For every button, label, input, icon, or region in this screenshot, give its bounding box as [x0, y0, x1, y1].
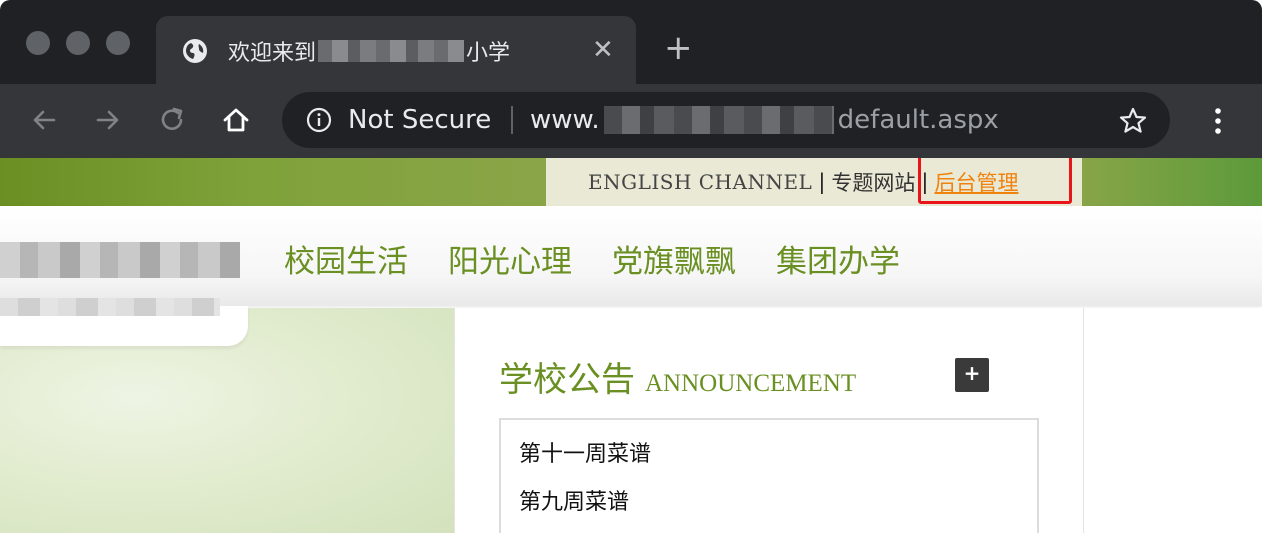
- forward-icon[interactable]: [92, 104, 124, 136]
- announcement-title-en: ANNOUNCEMENT: [645, 370, 857, 397]
- window-zoom-button[interactable]: [106, 31, 130, 55]
- link-separator: |: [818, 170, 826, 194]
- tab-close-button[interactable]: ✕: [592, 36, 614, 64]
- english-channel-link[interactable]: ENGLISH CHANNEL: [588, 170, 812, 194]
- redacted-school-name: [318, 40, 465, 62]
- redacted-domain: [603, 106, 834, 134]
- reload-icon[interactable]: [156, 104, 188, 136]
- url-prefix: www.: [530, 105, 600, 135]
- announcement-section: 学校公告 ANNOUNCEMENT + 第十一周菜谱 第九周菜谱: [454, 308, 1084, 533]
- nav-item-party-flag[interactable]: 党旗飘飘: [612, 236, 736, 281]
- list-item[interactable]: 第九周菜谱: [519, 484, 629, 516]
- more-announcements-button[interactable]: +: [955, 358, 989, 392]
- new-tab-button[interactable]: +: [664, 28, 693, 68]
- url-suffix: default.aspx: [837, 105, 999, 135]
- nav-item-group-schooling[interactable]: 集团办学: [776, 236, 900, 281]
- browser-tab-strip: 欢迎来到 小学 ✕ +: [0, 0, 1262, 84]
- url-text[interactable]: www. default.aspx: [530, 105, 999, 135]
- tab-title: 欢迎来到 小学: [228, 35, 510, 67]
- announcement-list: 第十一周菜谱 第九周菜谱: [499, 418, 1039, 533]
- window-close-button[interactable]: [26, 31, 50, 55]
- top-links: ENGLISH CHANNEL | 专题网站 | 后台管理: [546, 158, 1082, 206]
- home-icon[interactable]: [220, 104, 252, 136]
- nav-item-sunshine-psychology[interactable]: 阳光心理: [448, 236, 572, 281]
- info-icon[interactable]: [306, 107, 332, 133]
- window-minimize-button[interactable]: [66, 31, 90, 55]
- announcement-title-cn: 学校公告: [499, 360, 635, 400]
- tab-title-suffix: 小学: [466, 41, 511, 66]
- nav-items: 校园生活 阳光心理 党旗飘飘 集团办学: [284, 236, 900, 281]
- back-icon[interactable]: [28, 104, 60, 136]
- web-page: ENGLISH CHANNEL | 专题网站 | 后台管理 校园生活 阳光心理 …: [0, 158, 1262, 533]
- right-area: [1084, 308, 1262, 533]
- star-icon[interactable]: [1118, 106, 1148, 136]
- security-label[interactable]: Not Secure: [348, 105, 491, 135]
- address-separator: [511, 106, 513, 134]
- admin-link[interactable]: 后台管理: [934, 167, 1018, 197]
- browser-tab-active[interactable]: 欢迎来到 小学 ✕: [156, 16, 636, 84]
- redacted-logo: [0, 242, 240, 278]
- link-separator: |: [921, 170, 929, 194]
- nav-item-campus-life[interactable]: 校园生活: [284, 236, 408, 281]
- globe-icon: [183, 39, 207, 63]
- topic-sites-link[interactable]: 专题网站: [831, 167, 915, 197]
- tab-title-prefix: 欢迎来到: [228, 41, 317, 66]
- address-bar[interactable]: Not Secure www. default.aspx: [282, 92, 1170, 148]
- redacted-logo-subtitle: [0, 298, 220, 316]
- announcement-heading: 学校公告 ANNOUNCEMENT: [499, 352, 856, 401]
- menu-icon[interactable]: [1206, 106, 1230, 136]
- main-navigation: 校园生活 阳光心理 党旗飘飘 集团办学: [0, 206, 1262, 306]
- browser-toolbar: Not Secure www. default.aspx: [0, 84, 1262, 158]
- list-item[interactable]: 第十一周菜谱: [519, 436, 651, 468]
